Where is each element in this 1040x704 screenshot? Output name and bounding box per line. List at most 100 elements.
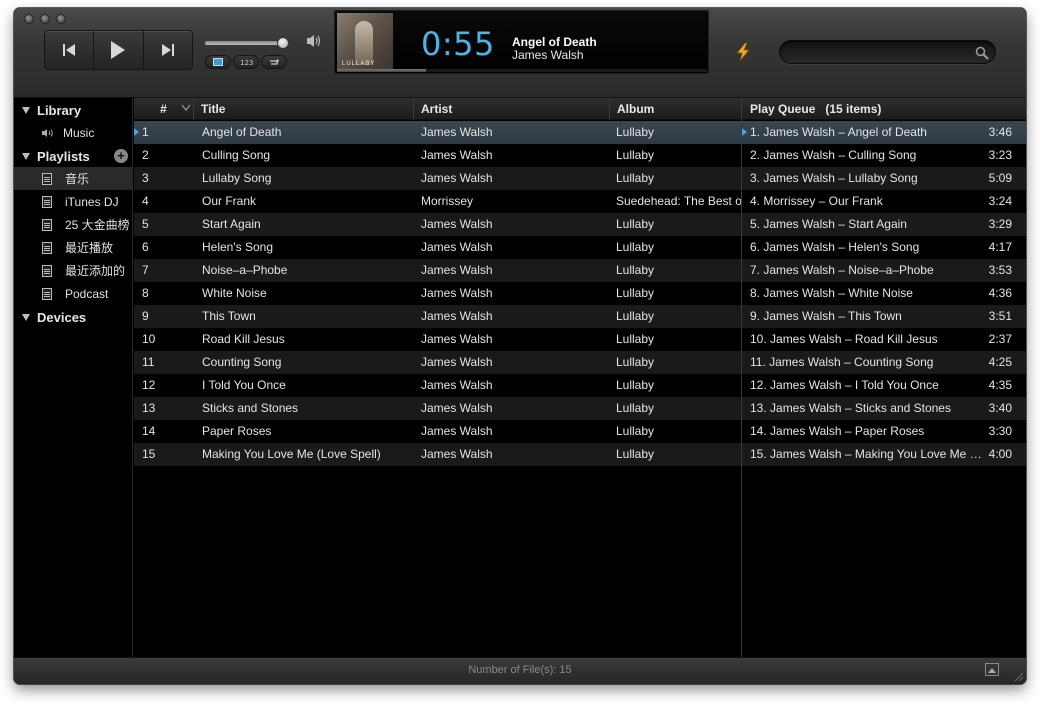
column-header-artist[interactable]: Artist — [415, 98, 610, 120]
lightning-bolt-icon[interactable] — [734, 42, 752, 62]
queue-item[interactable]: 14. James Walsh – Paper Roses 3:30 — [742, 420, 1026, 443]
sidebar-item-recently-played[interactable]: 最近播放 — [14, 236, 133, 259]
queue-item[interactable]: 2. James Walsh – Culling Song 3:23 — [742, 144, 1026, 167]
disclosure-triangle-icon[interactable] — [22, 313, 30, 321]
devices-section-header[interactable]: Devices — [14, 306, 133, 328]
devices-header-label: Devices — [37, 309, 87, 325]
table-row[interactable]: 11 Counting Song James Walsh Lullaby — [134, 351, 741, 374]
column-header-album[interactable]: Album — [611, 98, 741, 120]
close-window-button[interactable] — [24, 14, 34, 24]
queue-item[interactable]: 9. James Walsh – This Town 3:51 — [742, 305, 1026, 328]
volume-slider[interactable] — [205, 37, 291, 49]
table-row[interactable]: 13 Sticks and Stones James Walsh Lullaby — [134, 397, 741, 420]
queue-item[interactable]: 7. James Walsh – Noise–a–Phobe 3:53 — [742, 259, 1026, 282]
queue-item-title: 15. James Walsh – Making You Love Me (L.… — [750, 447, 982, 461]
column-header-number[interactable]: # — [134, 98, 194, 120]
queue-item-duration: 3:23 — [988, 148, 1012, 162]
table-row[interactable]: 1 Angel of Death James Walsh Lullaby — [134, 121, 741, 144]
library-section-header[interactable]: Library — [14, 99, 133, 121]
queue-item[interactable]: 4. Morrissey – Our Frank 3:24 — [742, 190, 1026, 213]
next-button[interactable] — [144, 31, 192, 69]
playlist-icon — [42, 264, 52, 277]
queue-item[interactable]: 3. James Walsh – Lullaby Song 5:09 — [742, 167, 1026, 190]
queue-item[interactable]: 15. James Walsh – Making You Love Me (L.… — [742, 443, 1026, 466]
track-album-cell: Lullaby — [616, 171, 655, 185]
now-playing-indicator-icon — [742, 128, 747, 136]
queue-item[interactable]: 10. James Walsh – Road Kill Jesus 2:37 — [742, 328, 1026, 351]
transport-controls — [44, 30, 193, 70]
table-row[interactable]: 2 Culling Song James Walsh Lullaby — [134, 144, 741, 167]
next-icon — [161, 44, 174, 56]
minimize-window-button[interactable] — [40, 14, 50, 24]
shuffle-123-icon: 123 — [240, 59, 253, 66]
disclosure-triangle-icon[interactable] — [22, 152, 30, 160]
column-header-label: Title — [201, 102, 226, 116]
sidebar-item-itunes-dj[interactable]: iTunes DJ — [14, 190, 133, 213]
queue-item[interactable]: 6. James Walsh – Helen's Song 4:17 — [742, 236, 1026, 259]
table-row[interactable]: 14 Paper Roses James Walsh Lullaby — [134, 420, 741, 443]
play-button[interactable] — [94, 31, 144, 69]
track-title-cell: White Noise — [202, 286, 267, 300]
queue-item[interactable]: 8. James Walsh – White Noise 4:36 — [742, 282, 1026, 305]
queue-item-duration: 3:51 — [988, 309, 1012, 323]
show-artwork-icon[interactable] — [985, 663, 999, 676]
table-row[interactable]: 3 Lullaby Song James Walsh Lullaby — [134, 167, 741, 190]
playlists-section-header[interactable]: Playlists + — [14, 145, 133, 167]
track-title-cell: Sticks and Stones — [202, 401, 299, 415]
search-input[interactable] — [790, 44, 970, 60]
track-album-cell: Lullaby — [616, 355, 655, 369]
queue-item[interactable]: 12. James Walsh – I Told You Once 4:35 — [742, 374, 1026, 397]
sidebar-item-top-25[interactable]: 25 大金曲榜 — [14, 213, 133, 236]
table-row[interactable]: 8 White Noise James Walsh Lullaby — [134, 282, 741, 305]
queue-item[interactable]: 11. James Walsh – Counting Song 4:25 — [742, 351, 1026, 374]
track-title-cell: Lullaby Song — [202, 171, 272, 185]
add-playlist-button[interactable]: + — [114, 149, 128, 163]
sidebar-item-recently-added[interactable]: 最近添加的 — [14, 259, 133, 282]
column-header-title[interactable]: Title — [195, 98, 414, 120]
table-row[interactable]: 7 Noise–a–Phobe James Walsh Lullaby — [134, 259, 741, 282]
track-number-cell: 5 — [142, 217, 149, 231]
search-field[interactable] — [779, 40, 996, 64]
search-icon[interactable] — [975, 46, 989, 60]
track-title-cell: This Town — [202, 309, 256, 323]
album-art[interactable]: LULLABY — [337, 13, 393, 71]
repeat-button[interactable] — [261, 55, 287, 69]
table-row[interactable]: 15 Making You Love Me (Love Spell) James W… — [134, 443, 741, 466]
table-row[interactable]: 10 Road Kill Jesus James Walsh Lullaby — [134, 328, 741, 351]
table-row[interactable]: 5 Start Again James Walsh Lullaby — [134, 213, 741, 236]
table-row[interactable]: 12 I Told You Once James Walsh Lullaby — [134, 374, 741, 397]
sidebar-item-podcast[interactable]: Podcast — [14, 282, 133, 305]
now-playing-display: LULLABY 0:55 Angel of Death James Walsh — [334, 10, 709, 74]
shuffle-button[interactable]: 123 — [233, 55, 259, 69]
previous-button[interactable] — [45, 31, 95, 69]
track-album-cell: Lullaby — [616, 263, 655, 277]
volume-knob[interactable] — [277, 37, 290, 49]
track-number-cell: 15 — [142, 447, 156, 461]
queue-item[interactable]: 1. James Walsh – Angel of Death 3:46 — [742, 121, 1026, 144]
track-number-cell: 4 — [142, 194, 149, 208]
queue-item-duration: 3:40 — [988, 401, 1012, 415]
queue-item-duration: 4:35 — [988, 378, 1012, 392]
elapsed-time[interactable]: 0:55 — [421, 25, 495, 63]
queue-item-duration: 3:30 — [988, 424, 1012, 438]
view-mode-button[interactable] — [205, 55, 231, 69]
queue-item-title: 8. James Walsh – White Noise — [750, 286, 913, 300]
speaker-icon[interactable] — [306, 34, 322, 48]
queue-item[interactable]: 13. James Walsh – Sticks and Stones 3:40 — [742, 397, 1026, 420]
track-number-cell: 7 — [142, 263, 149, 277]
playlists-header-label: Playlists — [37, 148, 90, 164]
sidebar-item-label: iTunes DJ — [65, 194, 119, 209]
table-row[interactable]: 4 Our Frank Morrissey Suedehead: The Best o… — [134, 190, 741, 213]
table-row[interactable]: 6 Helen's Song James Walsh Lullaby — [134, 236, 741, 259]
table-row[interactable]: 9 This Town James Walsh Lullaby — [134, 305, 741, 328]
zoom-window-button[interactable] — [56, 14, 66, 24]
queue-item[interactable]: 5. James Walsh – Start Again 3:29 — [742, 213, 1026, 236]
chevron-down-icon[interactable] — [181, 104, 191, 112]
queue-item-duration: 3:24 — [988, 194, 1012, 208]
playback-progress-bar[interactable] — [337, 69, 707, 72]
track-title-cell: Paper Roses — [202, 424, 272, 438]
disclosure-triangle-icon[interactable] — [22, 106, 30, 114]
resize-grip-icon[interactable] — [1012, 670, 1024, 682]
sidebar-item-music[interactable]: Music — [14, 121, 133, 144]
sidebar-item-playlist-1[interactable]: 音乐 — [14, 167, 133, 190]
